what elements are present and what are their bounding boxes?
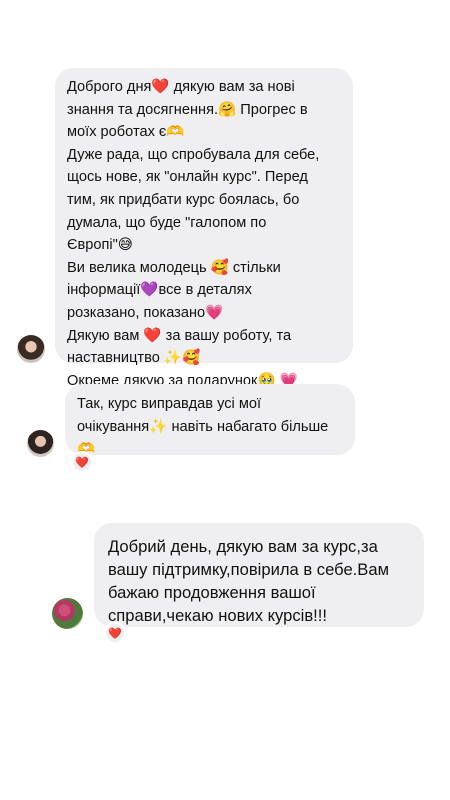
sender-avatar[interactable] xyxy=(52,598,83,629)
sender-avatar[interactable] xyxy=(27,430,54,457)
message-line: інформації💜все в деталях xyxy=(67,282,252,299)
heart-reaction-icon[interactable]: ❤️ xyxy=(71,451,93,473)
message-bubble-1[interactable]: Доброго дня❤️ дякую вам за нові знання т… xyxy=(55,68,353,389)
message-line: моїх роботах є🫶 xyxy=(67,124,185,141)
sender-avatar[interactable] xyxy=(17,335,45,363)
message-line: знання та досягнення.🤗 Прогрес в xyxy=(67,101,308,118)
message-line: Так, курс виправдав усі мої xyxy=(77,396,262,412)
message-line: тим, як придбати курс боялась, бо xyxy=(67,191,300,208)
message-line: Доброго дня❤️ дякую вам за нові xyxy=(67,79,295,95)
message-line: Європі"😅 xyxy=(67,237,134,254)
message-line: Дякую вам ❤️ за вашу роботу, та xyxy=(67,327,292,344)
message-bubble-2[interactable]: Так, курс виправдав усі мої очікування✨ … xyxy=(65,384,355,457)
message-line: наставництво ✨🥰 xyxy=(67,350,201,367)
message-line: Дуже рада, що спробувала для себе, xyxy=(67,146,320,163)
message-line: Ви велика молодець 🥰 стільки xyxy=(67,259,281,276)
message-bubble-3[interactable]: Добрий день, дякую вам за курс,за вашу п… xyxy=(94,523,424,627)
heart-reaction-icon[interactable]: ❤️ xyxy=(104,622,126,644)
message-line: справи,чекаю нових курсів!!! xyxy=(108,606,328,625)
message-line: Добрий день, дякую вам за курс,за xyxy=(108,537,378,556)
message-line: очікування✨ навіть набагато більше xyxy=(77,418,329,435)
message-line: вашу підтримку,повірила в себе.Вам xyxy=(108,560,389,579)
message-line: бажаю продовження вашої xyxy=(108,583,316,602)
message-line: розказано, показано💗 xyxy=(67,304,224,321)
message-line: думала, що буде "галопом по xyxy=(67,214,267,231)
message-line: щось нове, як "онлайн курс". Перед xyxy=(67,169,308,186)
message-line: 🫶 xyxy=(77,441,96,457)
